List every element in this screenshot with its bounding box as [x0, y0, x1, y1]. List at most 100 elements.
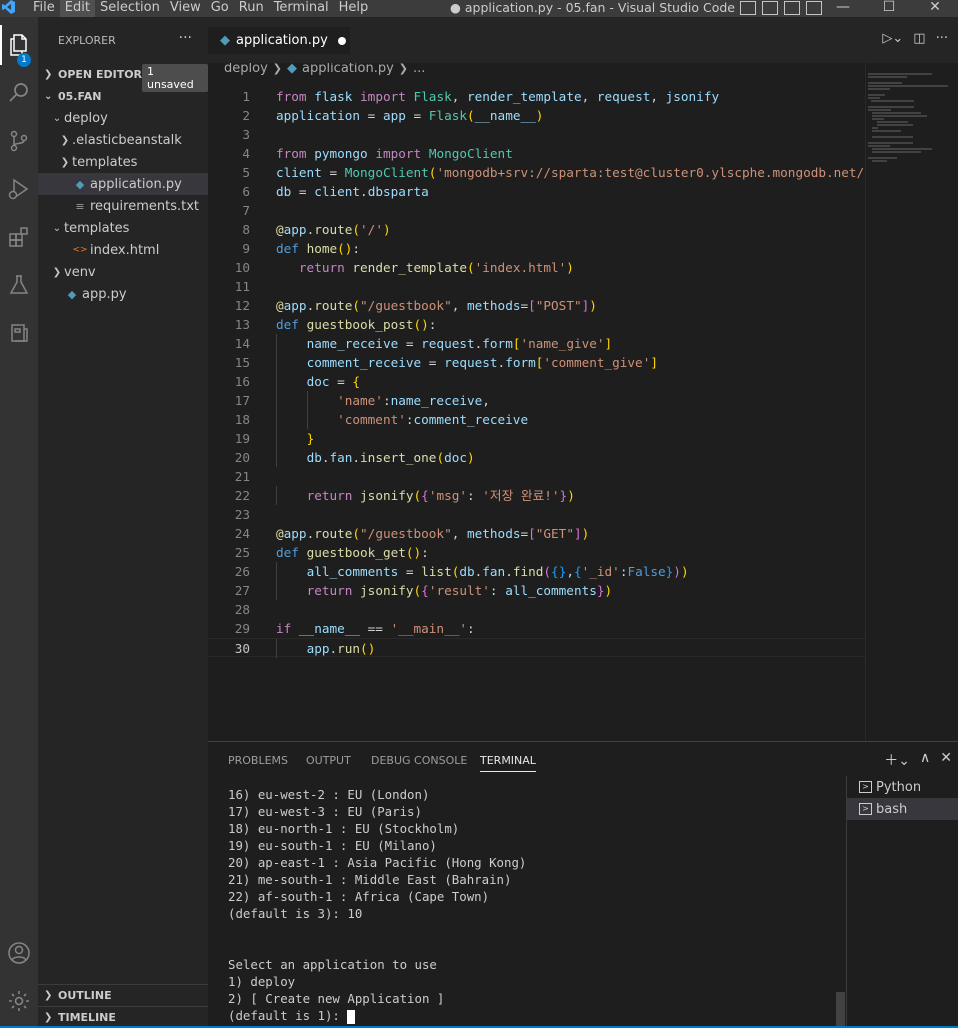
code-line[interactable]: 8 @app.route('/'): [208, 220, 866, 239]
explorer-icon[interactable]: 1: [0, 25, 38, 67]
code-line[interactable]: 22 return jsonify({'msg': '저장 완료!'}): [208, 486, 866, 505]
code-line[interactable]: 19 }: [208, 429, 866, 448]
run-debug-icon[interactable]: [0, 169, 38, 209]
menu-file[interactable]: File: [28, 0, 60, 17]
open-editors-section[interactable]: ❯ OPEN EDITORS 1 unsaved: [38, 63, 208, 92]
new-terminal-icon[interactable]: ＋⌄: [884, 750, 910, 770]
code-text: application = app = Flask(__name__): [276, 108, 544, 123]
breadcrumb-file[interactable]: application.py: [302, 61, 394, 76]
menu-terminal[interactable]: Terminal: [269, 0, 334, 17]
tree-item-app-py[interactable]: ◆ app.py: [38, 283, 208, 305]
code-line[interactable]: 30 app.run(): [208, 638, 866, 658]
toggle-panel-icon[interactable]: [762, 1, 778, 15]
tree-item-requirements-txt[interactable]: ≡ requirements.txt: [38, 195, 208, 217]
window-controls: — ☐ ✕: [820, 0, 958, 17]
toggle-secondary-sidebar-icon[interactable]: [784, 1, 800, 15]
code-line[interactable]: 25 def guestbook_get():: [208, 543, 866, 562]
split-editor-icon[interactable]: ◫: [913, 31, 925, 46]
timeline-section[interactable]: ❯ TIMELINE: [38, 1006, 208, 1028]
minimize-button[interactable]: —: [820, 0, 866, 17]
tab-terminal[interactable]: TERMINAL: [480, 754, 536, 772]
code-line[interactable]: 1 from flask import Flask, render_templat…: [208, 87, 866, 106]
code-line[interactable]: 6 db = client.dbsparta: [208, 182, 866, 201]
terminal-line-text: 18) eu-north-1 : EU (Stockholm): [228, 821, 460, 836]
code-line[interactable]: 26 all_comments = list(db.fan.find({},{'…: [208, 562, 866, 581]
code-text: return jsonify({'msg': '저장 완료!'}): [306, 488, 575, 503]
maximize-button[interactable]: ☐: [866, 0, 912, 17]
code-line[interactable]: 18 'comment':comment_receive: [208, 410, 866, 429]
source-control-icon[interactable]: [0, 121, 38, 161]
close-window-button[interactable]: ✕: [912, 0, 958, 17]
breadcrumb-symbol[interactable]: ...: [413, 61, 425, 76]
minimap-line: [872, 130, 901, 132]
tab-application-py[interactable]: ◆ application.py: [208, 27, 350, 54]
code-line[interactable]: 2 application = app = Flask(__name__): [208, 106, 866, 125]
terminal-output[interactable]: 16) eu-west-2 : EU (London) 17) eu-west-3…: [228, 786, 838, 1024]
code-line[interactable]: 27 return jsonify({'result': all_comment…: [208, 581, 866, 600]
tree-item-venv[interactable]: ❯ venv: [38, 261, 208, 283]
close-panel-icon[interactable]: ✕: [940, 750, 952, 770]
code-editor[interactable]: 1 from flask import Flask, render_templat…: [208, 87, 866, 658]
code-line[interactable]: 24 @app.route("/guestbook", methods=["GET…: [208, 524, 866, 543]
tree-item-templates[interactable]: ❯ templates: [38, 151, 208, 173]
testing-icon[interactable]: [0, 265, 38, 305]
code-line[interactable]: 11: [208, 277, 866, 296]
code-line[interactable]: 15 comment_receive = request.form['comme…: [208, 353, 866, 372]
tab-debug-console[interactable]: DEBUG CONSOLE: [371, 754, 467, 767]
outline-section[interactable]: ❯ OUTLINE: [38, 984, 208, 1006]
code-line[interactable]: 28: [208, 600, 866, 619]
code-line[interactable]: 29 if __name__ == '__main__':: [208, 619, 866, 638]
code-line[interactable]: 17 'name':name_receive,: [208, 391, 866, 410]
account-icon[interactable]: [0, 933, 38, 973]
remote-explorer-icon[interactable]: [0, 313, 38, 353]
line-number: 21: [234, 469, 250, 484]
more-editor-actions-icon[interactable]: ···: [936, 31, 948, 46]
code-line[interactable]: 9 def home():: [208, 239, 866, 258]
menu-help[interactable]: Help: [334, 0, 374, 17]
tab-output[interactable]: OUTPUT: [306, 754, 351, 767]
terminal-scrollbar[interactable]: [836, 992, 845, 1028]
code-line[interactable]: 13 def guestbook_post():: [208, 315, 866, 334]
code-line[interactable]: 23: [208, 505, 866, 524]
breadcrumb-deploy[interactable]: deploy: [224, 61, 268, 76]
tree-item-label: requirements.txt: [90, 198, 200, 214]
code-line[interactable]: 3: [208, 125, 866, 144]
code-line[interactable]: 20 db.fan.insert_one(doc): [208, 448, 866, 467]
code-line[interactable]: 14 name_receive = request.form['name_giv…: [208, 334, 866, 353]
terminal-bash[interactable]: > bash: [847, 798, 958, 820]
workspace-root-section[interactable]: ⌄ 05.FAN: [38, 85, 208, 107]
code-line[interactable]: 16 doc = {: [208, 372, 866, 391]
tree-item-application-py[interactable]: ◆ application.py: [38, 173, 208, 195]
code-line[interactable]: 5 client = MongoClient('mongodb+srv://spa…: [208, 163, 866, 182]
tree-item-templates[interactable]: ⌄ templates: [38, 217, 208, 239]
maximize-panel-icon[interactable]: ∧: [920, 750, 930, 770]
menu-run[interactable]: Run: [234, 0, 269, 17]
minimap-line: [872, 112, 921, 114]
code-line[interactable]: 4 from pymongo import MongoClient: [208, 144, 866, 163]
search-icon[interactable]: [0, 73, 38, 113]
menu-view[interactable]: View: [165, 0, 206, 17]
tab-problems[interactable]: PROBLEMS: [228, 754, 288, 767]
title-bar: File Edit Selection View Go Run Terminal Help ●…: [0, 0, 958, 17]
unsaved-dot-icon[interactable]: [337, 36, 346, 45]
code-line[interactable]: 7: [208, 201, 866, 220]
code-line[interactable]: 10 return render_template('index.html'): [208, 258, 866, 277]
extensions-icon[interactable]: [0, 217, 38, 257]
window-title: ● application.py - 05.fan - Visual Studi…: [450, 0, 735, 15]
outline-label: OUTLINE: [58, 989, 112, 1002]
terminal-python[interactable]: > Python: [847, 776, 958, 798]
tree-item-deploy[interactable]: ⌄ deploy: [38, 107, 208, 129]
menu-edit[interactable]: Edit: [59, 0, 95, 17]
tree-item--elasticbeanstalk[interactable]: ❯ .elasticbeanstalk: [38, 129, 208, 151]
run-file-icon[interactable]: ▷⌄: [882, 31, 903, 46]
code-line[interactable]: 21: [208, 467, 866, 486]
toggle-primary-sidebar-icon[interactable]: [740, 1, 756, 15]
menu-selection[interactable]: Selection: [95, 0, 165, 17]
more-actions-button[interactable]: ···: [179, 30, 192, 46]
settings-gear-icon[interactable]: [0, 981, 38, 1021]
code-text: }: [306, 431, 315, 446]
tree-item-index-html[interactable]: <> index.html: [38, 239, 208, 261]
code-line[interactable]: 12 @app.route("/guestbook", methods=["POS…: [208, 296, 866, 315]
minimap[interactable]: [868, 73, 958, 162]
menu-go[interactable]: Go: [206, 0, 234, 17]
